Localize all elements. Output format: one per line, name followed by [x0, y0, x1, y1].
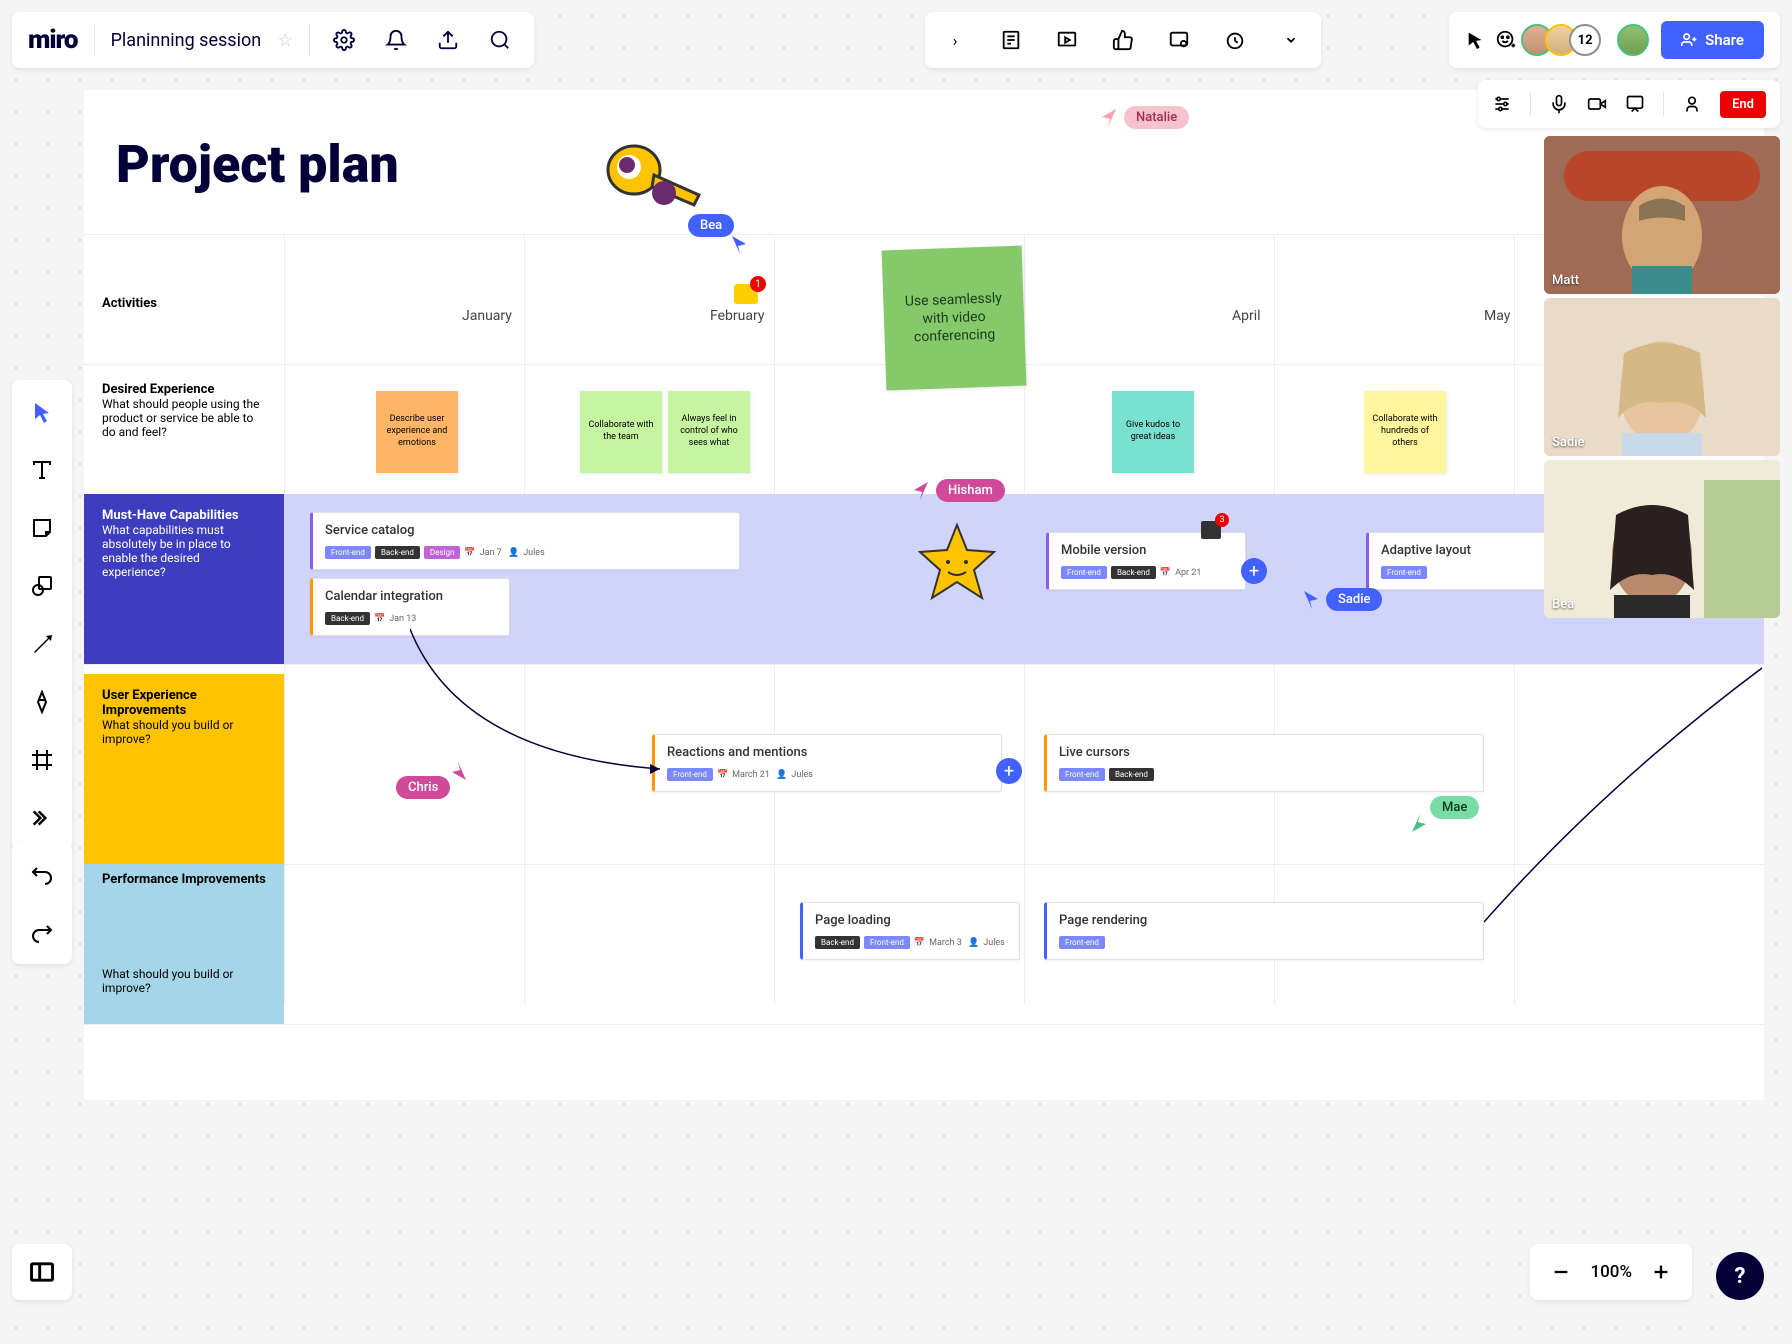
arrow-tool[interactable]: [22, 624, 62, 664]
cursor-sadie: Sadie: [1304, 588, 1382, 611]
topbar-left: miro Planinning session ☆: [12, 12, 534, 68]
screenshare-icon[interactable]: [1625, 94, 1645, 114]
sticky-green2[interactable]: Always feel in control of who sees what: [668, 391, 750, 473]
zoom-value[interactable]: 100%: [1590, 1262, 1632, 1282]
topbar-apps: ›: [925, 12, 1321, 68]
call-settings-icon[interactable]: [1492, 94, 1512, 114]
zoom-controls: 100%: [1530, 1244, 1692, 1300]
self-avatar[interactable]: [1617, 24, 1649, 56]
card-pageload[interactable]: Page loading Back-endFront-end📅 March 3 …: [800, 902, 1020, 960]
vote-icon[interactable]: [1105, 22, 1141, 58]
month-feb: February: [710, 308, 764, 324]
text-tool[interactable]: [22, 450, 62, 490]
select-tool[interactable]: [22, 392, 62, 432]
row-perf-sub: What should you build or improve?: [102, 967, 233, 995]
export-icon[interactable]: [430, 22, 466, 58]
board-heading: Project plan: [116, 134, 399, 195]
mic-icon[interactable]: [1549, 94, 1569, 114]
row-desired-title: Desired Experience: [102, 382, 266, 397]
row-activities-title: Activities: [102, 296, 266, 311]
board-name[interactable]: Planinning session: [111, 30, 262, 51]
undo-panel: [12, 842, 72, 964]
reactions-icon[interactable]: [1495, 29, 1517, 51]
cursor-chris: Chris: [396, 776, 450, 799]
cursor-mae: Mae: [1430, 796, 1479, 819]
frame-tool[interactable]: [22, 740, 62, 780]
more-apps-icon[interactable]: [1273, 22, 1309, 58]
row-ux-title: User Experience Improvements: [102, 688, 266, 718]
card-mobile[interactable]: Mobile version Front-endBack-end📅 Apr 21…: [1046, 532, 1246, 590]
star-sticker: [912, 520, 1002, 610]
zoom-in[interactable]: [1650, 1261, 1672, 1283]
notes-icon[interactable]: [993, 22, 1029, 58]
topbar-collab: 12 Share: [1449, 12, 1780, 68]
card-reactions[interactable]: Reactions and mentions Front-end📅 March …: [652, 734, 1002, 792]
redo-button[interactable]: [22, 912, 62, 952]
camera-icon[interactable]: [1587, 94, 1607, 114]
connector-line-2: [1484, 666, 1764, 926]
video-tile-bea[interactable]: Bea: [1544, 460, 1780, 618]
sticky-orange[interactable]: Describe user experience and emotions: [376, 391, 458, 473]
row-perf-title: Performance Improvements: [102, 872, 266, 887]
settings-icon[interactable]: [326, 22, 362, 58]
sticky-green1[interactable]: Collaborate with the team: [580, 391, 662, 473]
board-canvas[interactable]: Project plan Must-Have CapabilitiesWhat …: [84, 90, 1764, 1100]
help-button[interactable]: ?: [1716, 1252, 1764, 1300]
row-ux-sub: What should you build or improve?: [102, 718, 233, 746]
search-icon[interactable]: [482, 22, 518, 58]
month-may: May: [1484, 308, 1510, 324]
participants-icon[interactable]: [1682, 94, 1702, 114]
avatar-group[interactable]: 12: [1529, 24, 1601, 56]
row-musthave-sub: What capabilities must absolutely be in …: [102, 523, 231, 579]
sticky-cyan[interactable]: Give kudos to great ideas: [1112, 391, 1194, 473]
star-icon[interactable]: ☆: [277, 30, 293, 51]
add-card-button-2[interactable]: +: [996, 758, 1022, 784]
zoom-out[interactable]: [1550, 1261, 1572, 1283]
timer-icon[interactable]: [1217, 22, 1253, 58]
miro-logo[interactable]: miro: [28, 25, 78, 55]
card-calendar[interactable]: Calendar integration Back-end📅 Jan 13: [310, 578, 510, 636]
undo-button[interactable]: [22, 854, 62, 894]
more-tools[interactable]: [22, 798, 62, 838]
card-service-catalog[interactable]: Service catalog Front-end Back-end Desig…: [310, 512, 740, 570]
cursor-natalie: Natalie: [1102, 106, 1189, 129]
row-desired-sub: What should people using the product or …: [102, 397, 260, 439]
pen-tool[interactable]: [22, 682, 62, 722]
add-card-button[interactable]: +: [1241, 558, 1267, 584]
call-controls: End: [1478, 80, 1780, 128]
cursor-bea: Bea: [688, 214, 734, 237]
hide-cursors-icon[interactable]: [1465, 29, 1487, 51]
expand-icon[interactable]: ›: [937, 22, 973, 58]
sticky-tool[interactable]: [22, 508, 62, 548]
video-tile-sadie[interactable]: Sadie: [1544, 298, 1780, 456]
share-button[interactable]: Share: [1661, 21, 1764, 59]
row-musthave-title: Must-Have Capabilities: [102, 508, 266, 523]
tools-panel: [12, 380, 72, 850]
comment-badge[interactable]: [734, 284, 758, 304]
card-livecursors[interactable]: Live cursors Front-endBack-end: [1044, 734, 1484, 792]
shape-tool[interactable]: [22, 566, 62, 606]
month-apr: April: [1232, 308, 1261, 324]
cursor-hisham: Hisham: [914, 479, 1005, 502]
video-tile-matt[interactable]: Matt: [1544, 136, 1780, 294]
end-call-button[interactable]: End: [1720, 91, 1766, 118]
panel-toggle[interactable]: [12, 1244, 72, 1300]
sticky-big-green[interactable]: Use seamlessly with video conferencing: [882, 246, 1027, 391]
present-icon[interactable]: [1049, 22, 1085, 58]
video-panel: Matt Sadie Bea: [1544, 136, 1780, 618]
comment-mode-icon[interactable]: [1161, 22, 1197, 58]
bell-icon[interactable]: [378, 22, 414, 58]
card-pagerender[interactable]: Page rendering Front-end: [1044, 902, 1484, 960]
month-jan: January: [462, 308, 512, 324]
sticky-yellow[interactable]: Collaborate with hundreds of others: [1364, 391, 1446, 473]
telescope-sticker: [594, 135, 714, 225]
